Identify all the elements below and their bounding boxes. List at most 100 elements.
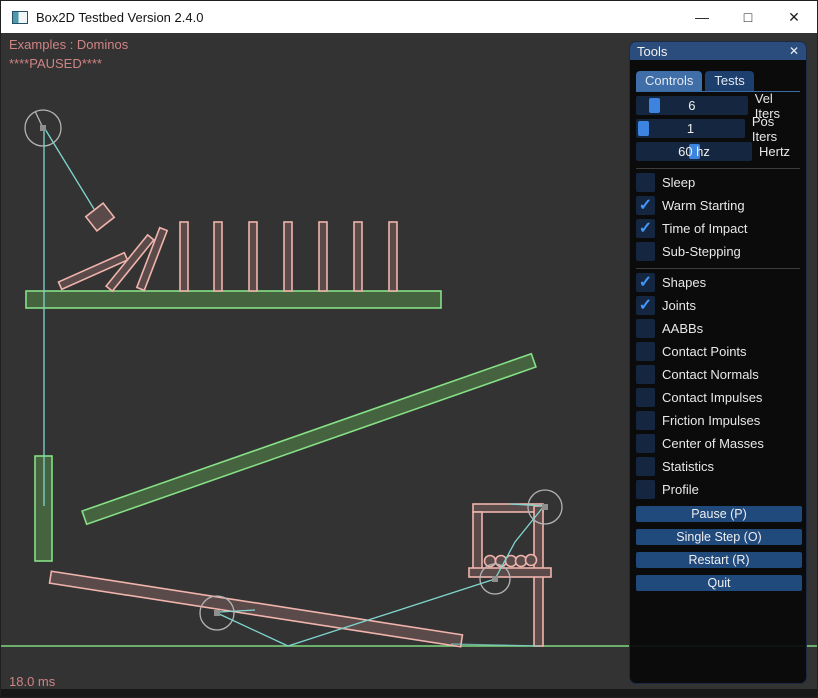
tools-panel-titlebar[interactable]: Tools ✕ [630,42,806,60]
slanted-green-plank [82,354,536,525]
standing-domino [319,222,327,291]
checkbox-box[interactable]: ✓ [636,480,655,499]
frame-left-post [473,512,482,572]
standing-domino [214,222,222,291]
checkbox-contact-points[interactable]: ✓ Contact Points [636,342,800,361]
app-window: Box2D Testbed Version 2.4.0 — □ ✕ [0,0,818,698]
checkbox-label: Profile [662,482,699,497]
checkbox-joints[interactable]: ✓ Joints [636,296,800,315]
checkbox-label: Sleep [662,175,695,190]
os-titlebar[interactable]: Box2D Testbed Version 2.4.0 — □ ✕ [1,1,817,33]
tab-bar: Controls Tests [636,71,800,92]
paused-status-label: ****PAUSED**** [9,56,102,71]
checkbox-box[interactable]: ✓ [636,457,655,476]
joint-anchor [492,576,498,582]
tools-close-icon[interactable]: ✕ [789,45,799,57]
button-group: Pause (P) Single Step (O) Restart (R) Qu… [636,506,800,591]
check-icon: ✓ [639,195,652,215]
checkbox-profile[interactable]: ✓ Profile [636,480,800,499]
tab-controls[interactable]: Controls [636,71,702,91]
checkbox-label: Statistics [662,459,714,474]
checkbox-box[interactable]: ✓ [636,411,655,430]
window-bottom-border [1,689,817,697]
checkbox-label: Contact Points [662,344,747,359]
app-icon [12,11,28,24]
checkbox-shapes[interactable]: ✓ Shapes [636,273,800,292]
shelf-ball [526,555,537,566]
checkbox-contact-impulses[interactable]: ✓ Contact Impulses [636,388,800,407]
checkbox-label: Time of Impact [662,221,747,236]
tab-tests[interactable]: Tests [705,71,753,91]
checkbox-friction-impulses[interactable]: ✓ Friction Impulses [636,411,800,430]
maximize-icon[interactable]: □ [725,1,771,33]
checkbox-box[interactable]: ✓ [636,242,655,261]
slider-row-hertz: 60 hz Hertz [636,142,800,161]
checkbox-box[interactable]: ✓ [636,365,655,384]
leaning-domino [137,228,167,291]
slider-row-pos-iters: 1 Pos Iters [636,119,800,138]
example-title-label: Examples : Dominos [9,37,128,52]
checkbox-box[interactable]: ✓ [636,296,655,315]
checkbox-label: Center of Masses [662,436,764,451]
close-icon[interactable]: ✕ [771,1,817,33]
slider-value: 6 [636,96,748,115]
checkbox-time-of-impact[interactable]: ✓ Time of Impact [636,219,800,238]
check-icon: ✓ [639,272,652,292]
separator [636,168,800,169]
checkbox-box[interactable]: ✓ [636,388,655,407]
checkbox-label: Joints [662,298,696,313]
checkbox-contact-normals[interactable]: ✓ Contact Normals [636,365,800,384]
checkbox-box[interactable]: ✓ [636,342,655,361]
check-icon: ✓ [639,295,652,315]
single-step-button[interactable]: Single Step (O) [636,529,802,545]
slider-row-vel-iters: 6 Vel Iters [636,96,800,115]
standing-domino [249,222,257,291]
joint-anchor [214,610,220,616]
joint-rope-to-box [45,129,94,209]
joint-anchor [542,504,548,510]
window-controls: — □ ✕ [679,1,817,33]
slider-label: Pos Iters [752,114,800,144]
tools-panel-body: Controls Tests 6 Vel Iters 1 Pos Iters [630,60,806,591]
hertz-slider[interactable]: 60 hz [636,142,752,161]
vel-iters-slider[interactable]: 6 [636,96,748,115]
checkbox-box[interactable]: ✓ [636,273,655,292]
checkbox-label: AABBs [662,321,703,336]
checkbox-box[interactable]: ✓ [636,173,655,192]
tools-panel-title: Tools [637,44,667,59]
restart-button[interactable]: Restart (R) [636,552,802,568]
slider-value: 60 hz [636,142,752,161]
hanging-box [86,203,114,231]
checkbox-label: Sub-Stepping [662,244,741,259]
domino-platform [26,291,441,308]
standing-domino [389,222,397,291]
checkbox-sub-stepping[interactable]: ✓ Sub-Stepping [636,242,800,261]
checkbox-statistics[interactable]: ✓ Statistics [636,457,800,476]
checkbox-label: Contact Impulses [662,390,762,405]
checkbox-sleep[interactable]: ✓ Sleep [636,173,800,192]
pause-button[interactable]: Pause (P) [636,506,802,522]
checkbox-box[interactable]: ✓ [636,196,655,215]
tools-panel: Tools ✕ Controls Tests 6 Vel Iters 1 [629,41,807,684]
checkbox-warm-starting[interactable]: ✓ Warm Starting [636,196,800,215]
pos-iters-slider[interactable]: 1 [636,119,745,138]
checkbox-label: Contact Normals [662,367,759,382]
slider-value: 1 [636,119,745,138]
quit-button[interactable]: Quit [636,575,802,591]
standing-domino [284,222,292,291]
standing-domino [180,222,188,291]
checkbox-label: Friction Impulses [662,413,760,428]
checkbox-aabbs[interactable]: ✓ AABBs [636,319,800,338]
separator [636,268,800,269]
check-icon: ✓ [639,218,652,238]
standing-domino [354,222,362,291]
frame-time-label: 18.0 ms [9,674,55,689]
checkbox-label: Warm Starting [662,198,745,213]
joint-anchor [40,125,46,131]
minimize-icon[interactable]: — [679,1,725,33]
checkbox-box[interactable]: ✓ [636,434,655,453]
checkbox-box[interactable]: ✓ [636,219,655,238]
checkbox-center-of-masses[interactable]: ✓ Center of Masses [636,434,800,453]
checkbox-box[interactable]: ✓ [636,319,655,338]
checkbox-label: Shapes [662,275,706,290]
